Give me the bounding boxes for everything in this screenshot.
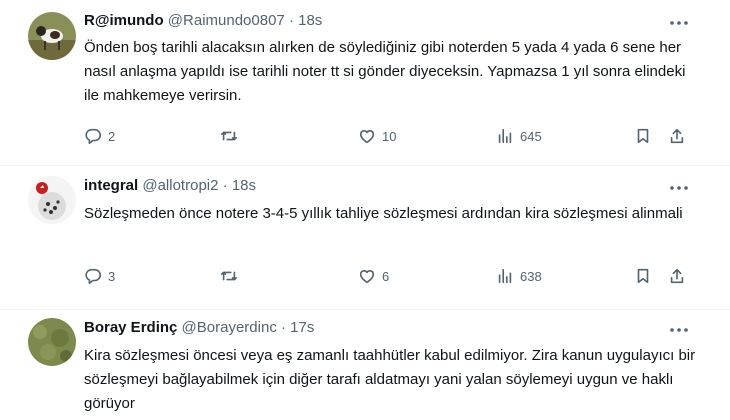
- tweet-text: Kira sözleşmesi öncesi veya eş zamanlı t…: [84, 347, 696, 412]
- retweet-icon: [220, 131, 238, 141]
- bookmark-button[interactable]: [634, 266, 652, 286]
- separator-dot: ·: [281, 319, 286, 336]
- like-count: 10: [382, 128, 397, 144]
- avatar[interactable]: [28, 12, 76, 60]
- bookmark-icon: [637, 268, 649, 284]
- tweet-boray[interactable]: Boray Erdinç @Borayerdinc · 17s Kira söz…: [0, 310, 730, 420]
- timestamp[interactable]: 18s: [232, 177, 256, 194]
- share-icon: [670, 128, 684, 144]
- tweet-raimundo[interactable]: R@imundo @Raimundo0807 · 18s Önden boş t…: [0, 0, 730, 165]
- retweet-button[interactable]: [220, 126, 244, 146]
- views-icon: [498, 268, 512, 284]
- reply-icon: [85, 128, 101, 145]
- timestamp[interactable]: 18s: [298, 12, 322, 29]
- user-handle[interactable]: @Borayerdinc: [182, 319, 277, 336]
- tweet-text: Sözleşmeden önce notere 3-4-5 yıllık tah…: [84, 205, 683, 222]
- view-count: 645: [520, 128, 542, 144]
- like-count: 6: [382, 268, 390, 284]
- share-button[interactable]: [668, 266, 686, 286]
- timestamp[interactable]: 17s: [290, 319, 314, 336]
- display-name[interactable]: Boray Erdinç: [84, 319, 177, 336]
- reply-count: 3: [108, 268, 116, 284]
- tweet-text: Önden boş tarihli alacaksın alırken de s…: [84, 39, 686, 104]
- avatar[interactable]: [28, 318, 76, 366]
- tweet-integral[interactable]: integral @allotropi2 · 18s Sözleşmeden ö…: [0, 166, 730, 309]
- reply-count: 2: [108, 128, 116, 144]
- views-button[interactable]: 638: [496, 266, 542, 286]
- avatar[interactable]: [28, 176, 76, 224]
- display-name[interactable]: R@imundo: [84, 12, 164, 29]
- more-icon[interactable]: [668, 178, 690, 198]
- like-icon: [359, 130, 375, 144]
- separator-dot: ·: [288, 12, 294, 29]
- tweet-actions: 2 10 645: [84, 126, 704, 146]
- views-button[interactable]: 645: [496, 126, 542, 146]
- tweet-header: integral @allotropi2 · 18s: [84, 176, 256, 196]
- more-icon[interactable]: [668, 13, 690, 33]
- like-button[interactable]: 6: [358, 266, 389, 286]
- retweet-button[interactable]: [220, 266, 244, 286]
- tweet-header: Boray Erdinç @Borayerdinc · 17s: [84, 318, 314, 338]
- display-name[interactable]: integral: [84, 177, 138, 194]
- separator-dot: ·: [222, 177, 228, 194]
- bookmark-button[interactable]: [634, 126, 652, 146]
- tweet-header: R@imundo @Raimundo0807 · 18s: [84, 11, 322, 31]
- reply-button[interactable]: 3: [84, 266, 115, 286]
- view-count: 638: [520, 268, 542, 284]
- views-icon: [498, 128, 512, 144]
- bookmark-icon: [637, 128, 649, 144]
- share-button[interactable]: [668, 126, 686, 146]
- like-icon: [359, 270, 375, 284]
- more-icon[interactable]: [668, 320, 690, 340]
- reply-icon: [85, 268, 101, 285]
- reply-button[interactable]: 2: [84, 126, 115, 146]
- retweet-icon: [220, 271, 238, 281]
- like-button[interactable]: 10: [358, 126, 396, 146]
- tweet-actions: 3 6 638: [84, 266, 704, 286]
- user-handle[interactable]: @Raimundo0807: [168, 12, 285, 29]
- share-icon: [670, 268, 684, 284]
- user-handle[interactable]: @allotropi2: [142, 177, 218, 194]
